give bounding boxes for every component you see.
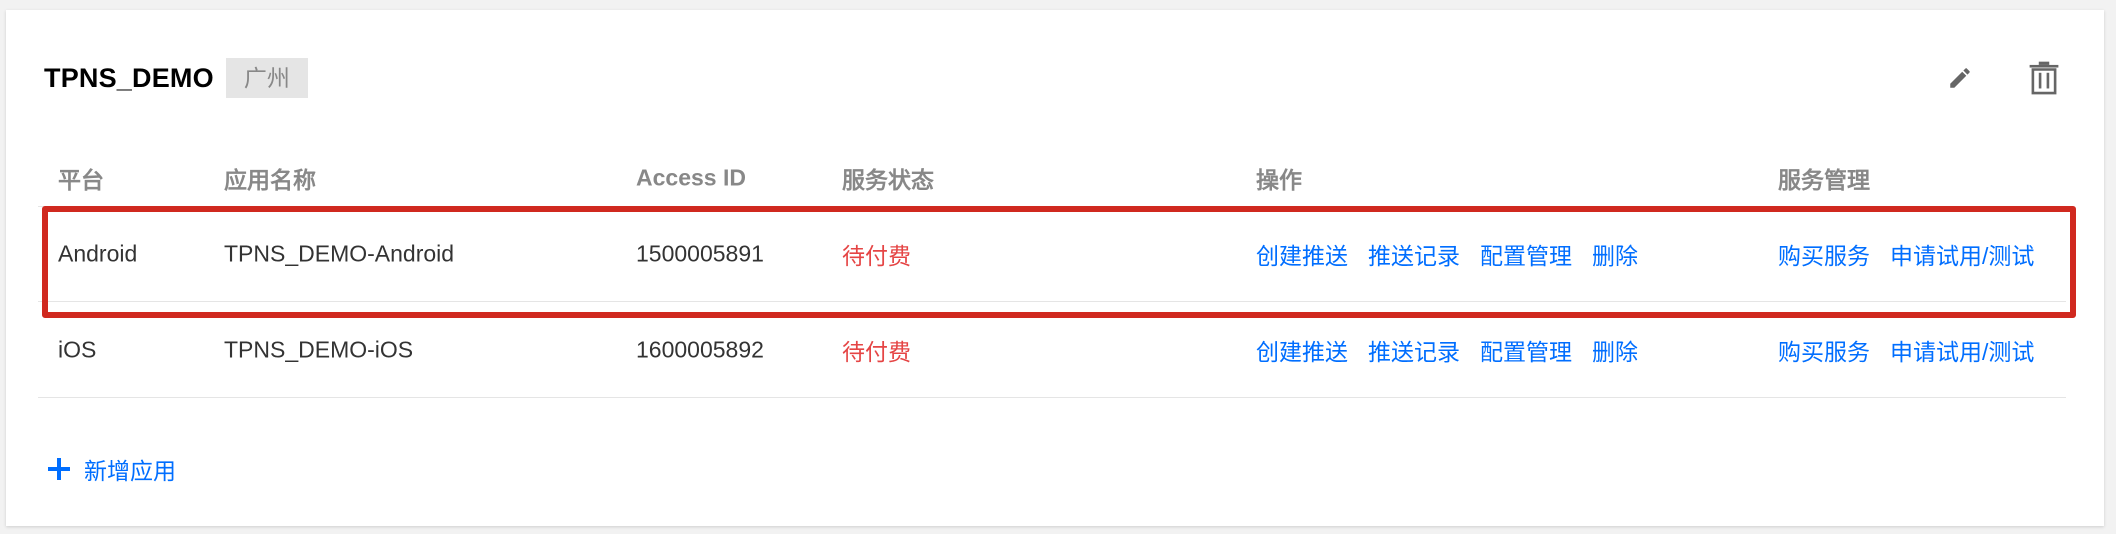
status-cell: 待付费	[842, 243, 911, 269]
trash-icon	[2029, 61, 2059, 95]
buy-service-link[interactable]: 购买服务	[1778, 237, 1870, 271]
ops-cell: 创建推送 推送记录 配置管理 删除	[1256, 237, 1638, 271]
app-name-cell: TPNS_DEMO-Android	[224, 240, 455, 267]
header-ops: 操作	[1256, 167, 1302, 193]
header-status: 服务状态	[842, 167, 934, 193]
config-manage-link[interactable]: 配置管理	[1480, 237, 1572, 271]
project-title: TPNS_DEMO	[44, 62, 214, 93]
edit-button[interactable]	[1940, 58, 1980, 98]
card-header: TPNS_DEMO 广州	[44, 58, 308, 98]
add-app-label: 新增应用	[84, 458, 176, 484]
header-platform: 平台	[58, 167, 104, 193]
region-tag: 广州	[225, 58, 308, 98]
delete-button[interactable]	[2024, 58, 2064, 98]
delete-app-link[interactable]: 删除	[1592, 237, 1638, 271]
header-access-id: Access ID	[636, 164, 746, 191]
create-push-link[interactable]: 创建推送	[1256, 237, 1348, 271]
delete-app-link[interactable]: 删除	[1592, 333, 1638, 367]
create-push-link[interactable]: 创建推送	[1256, 333, 1348, 367]
apply-trial-link[interactable]: 申请试用/测试	[1890, 237, 2034, 271]
apply-trial-link[interactable]: 申请试用/测试	[1890, 333, 2034, 367]
table-header: 平台 应用名称 Access ID 服务状态 操作 服务管理	[38, 150, 2066, 206]
app-table: 平台 应用名称 Access ID 服务状态 操作 服务管理 Android T…	[38, 150, 2066, 398]
push-records-link[interactable]: 推送记录	[1368, 237, 1460, 271]
table-row: iOS TPNS_DEMO-iOS 1600005892 待付费 创建推送 推送…	[38, 302, 2066, 398]
plus-icon	[48, 458, 70, 480]
header-app-name: 应用名称	[224, 167, 316, 193]
service-cell: 购买服务 申请试用/测试	[1778, 333, 2034, 367]
table-row: Android TPNS_DEMO-Android 1500005891 待付费…	[38, 206, 2066, 302]
access-id-cell: 1500005891	[636, 240, 764, 267]
header-service: 服务管理	[1778, 167, 1870, 193]
add-app-button[interactable]: 新增应用	[48, 452, 176, 486]
ops-cell: 创建推送 推送记录 配置管理 删除	[1256, 333, 1638, 367]
status-cell: 待付费	[842, 338, 911, 365]
platform-cell: iOS	[58, 336, 97, 362]
config-manage-link[interactable]: 配置管理	[1480, 333, 1572, 367]
pencil-icon	[1950, 68, 1970, 88]
platform-cell: Android	[58, 240, 138, 267]
buy-service-link[interactable]: 购买服务	[1778, 333, 1870, 367]
service-cell: 购买服务 申请试用/测试	[1778, 237, 2034, 271]
push-records-link[interactable]: 推送记录	[1368, 333, 1460, 367]
access-id-cell: 1600005892	[636, 336, 764, 362]
header-actions	[1940, 58, 2064, 98]
app-name-cell: TPNS_DEMO-iOS	[224, 336, 414, 362]
